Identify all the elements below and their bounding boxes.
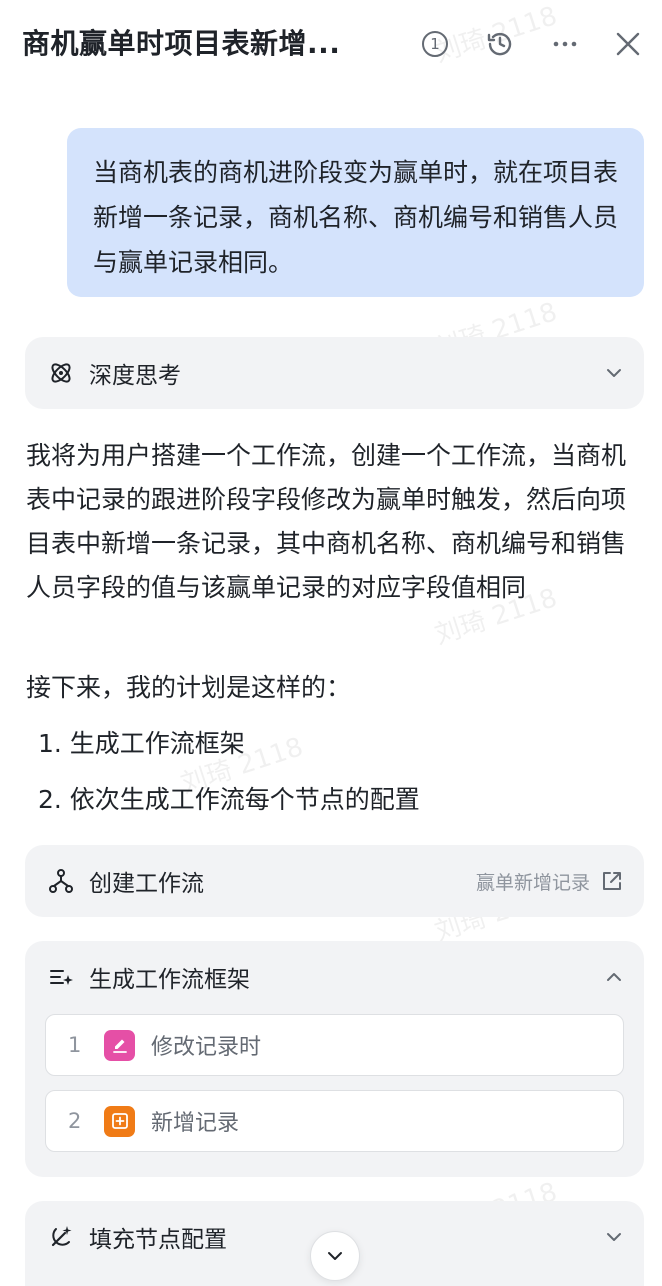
atom-icon [51, 363, 71, 383]
node-label: 新增记录 [151, 1111, 240, 1136]
node-badge [104, 1105, 135, 1137]
workflow-icon [49, 869, 73, 893]
sparkle-list-icon [50, 970, 73, 985]
chevron-down-icon [607, 1233, 621, 1241]
edit-icon [112, 1039, 127, 1053]
framework-card: 生成工作流框架 1 修改记录时 2 新增记录 [25, 941, 644, 1177]
magic-wand-icon [51, 1226, 72, 1247]
chevron-down-icon [328, 1252, 342, 1260]
chevron-down-icon [607, 369, 621, 377]
close-icon [616, 32, 640, 56]
version-count-button[interactable]: 1 [417, 26, 453, 62]
node-number: 1 [68, 1033, 82, 1057]
node-badge [104, 1029, 135, 1061]
user-message: 当商机表的商机进阶段变为赢单时，就在项目表新增一条记录，商机名称、商机编号和销售… [67, 128, 644, 297]
version-count-badge: 1 [422, 31, 448, 57]
framework-header[interactable]: 生成工作流框架 [25, 941, 644, 1013]
node-number: 2 [68, 1109, 82, 1133]
chevron-up-icon [607, 973, 621, 981]
more-button[interactable] [547, 26, 583, 62]
plan-item: 1. 生成工作流框架 [38, 729, 245, 758]
create-workflow-label: 创建工作流 [89, 871, 204, 897]
create-workflow-card: 创建工作流 赢单新增记录 [25, 845, 644, 917]
more-icon [553, 41, 577, 47]
fill-config-label: 填充节点配置 [89, 1227, 227, 1253]
scroll-to-bottom-button[interactable] [310, 1231, 360, 1281]
plan-item: 2. 依次生成工作流每个节点的配置 [38, 785, 420, 814]
deep-think-card[interactable]: 深度思考 [25, 337, 644, 409]
history-icon [487, 32, 512, 56]
close-button[interactable] [610, 26, 646, 62]
page-title: 商机赢单时项目表新增... [22, 27, 341, 60]
reply-paragraph: 我将为用户搭建一个工作流，创建一个工作流，当商机表中记录的跟进阶段字段修改为赢单… [26, 441, 627, 602]
deep-think-label: 深度思考 [89, 363, 181, 389]
workflow-node[interactable]: 2 新增记录 [45, 1090, 624, 1152]
top-bar: 商机赢单时项目表新增... 1 [0, 0, 662, 88]
workflow-node[interactable]: 1 修改记录时 [45, 1014, 624, 1076]
plus-icon [111, 1113, 128, 1129]
history-button[interactable] [482, 26, 518, 62]
workflow-link[interactable]: 赢单新增记录 [476, 868, 590, 895]
plan-intro: 接下来，我的计划是这样的： [26, 673, 352, 702]
framework-label: 生成工作流框架 [89, 967, 250, 993]
external-link-icon[interactable] [600, 869, 624, 893]
node-label: 修改记录时 [151, 1035, 262, 1060]
